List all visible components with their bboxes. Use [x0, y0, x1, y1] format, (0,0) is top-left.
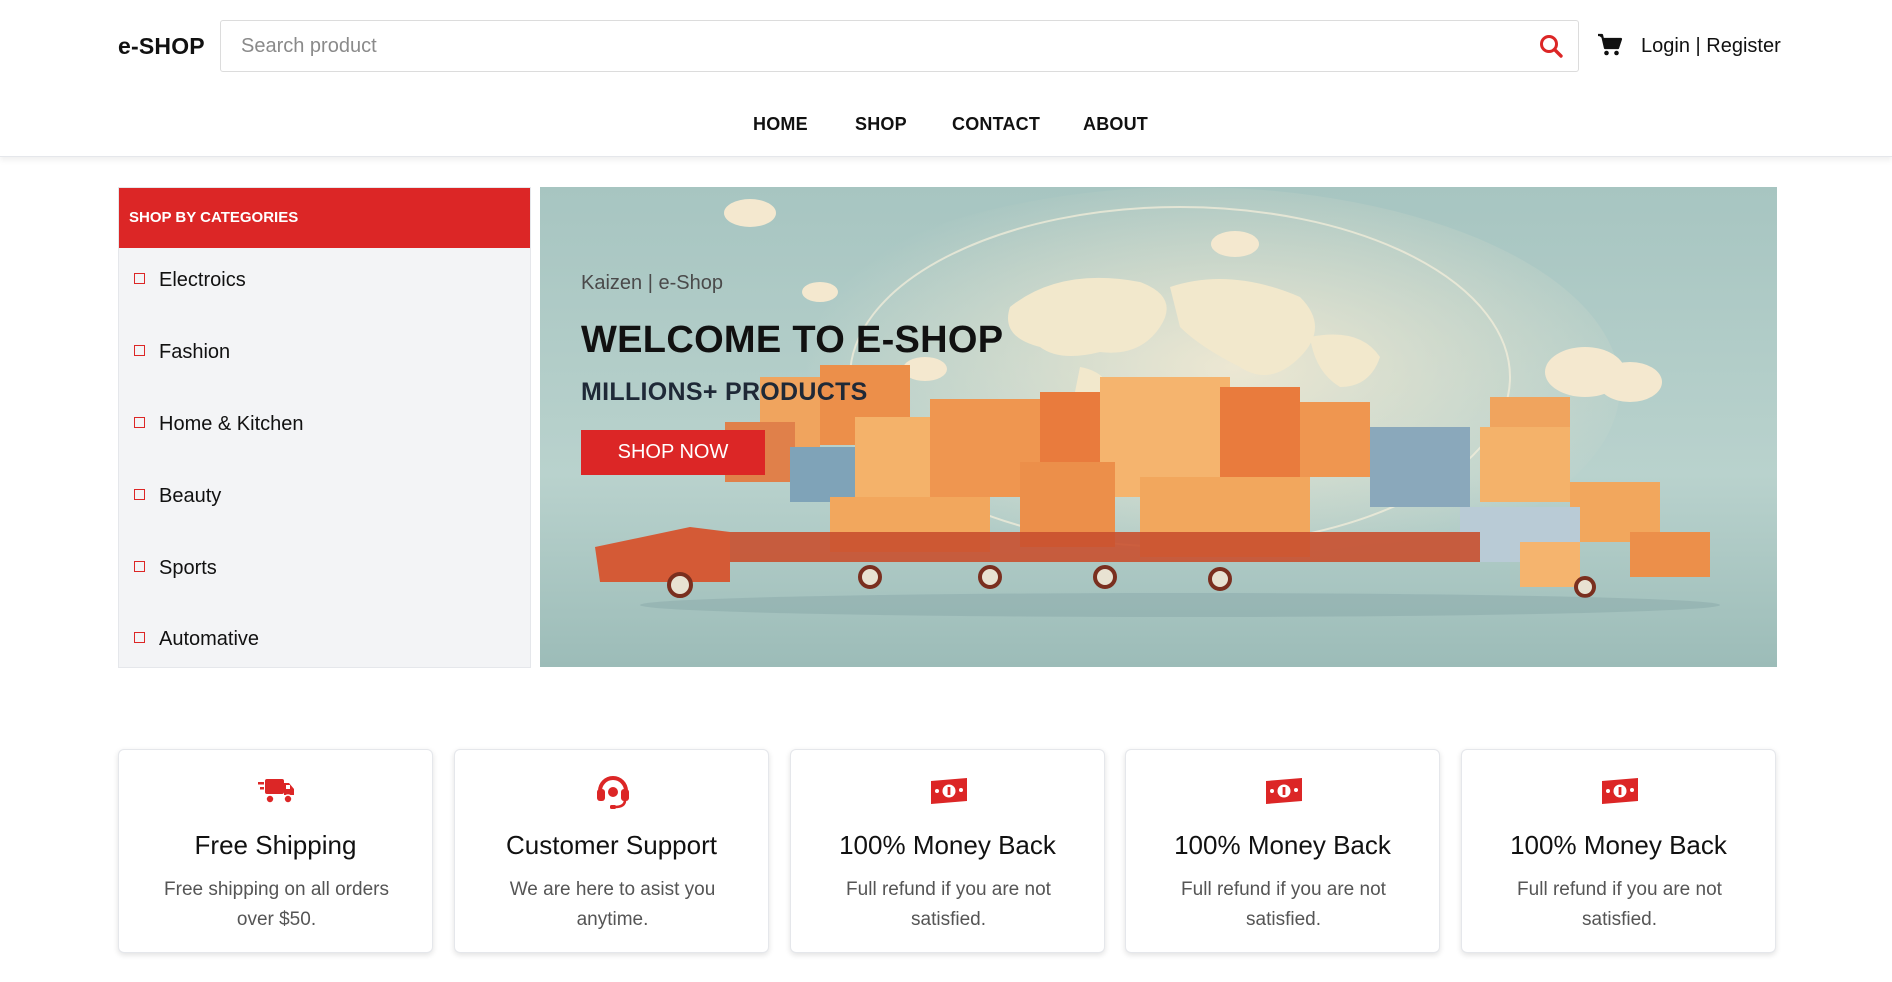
site-header: e-SHOP Login | Register HOME SHOP CONTAC…: [0, 0, 1892, 157]
category-automotive[interactable]: Automative: [134, 624, 259, 654]
feature-title: Free Shipping: [194, 830, 357, 860]
register-link[interactable]: Register: [1706, 35, 1780, 57]
category-label: Fashion: [159, 340, 231, 363]
square-bullet-icon: [134, 488, 145, 500]
shipping-truck-icon: [257, 770, 297, 810]
feature-card-money-back: 100% Money Back Full refund if you are n…: [1125, 749, 1440, 953]
square-bullet-icon: [134, 631, 145, 643]
search-icon[interactable]: [1538, 33, 1564, 59]
login-link[interactable]: Login: [1641, 35, 1690, 57]
feature-description: Full refund if you are not satisfied.: [1181, 879, 1386, 930]
hero-subtitle: Kaizen | e-Shop: [581, 272, 723, 294]
category-electronics[interactable]: Electroics: [134, 265, 246, 295]
category-label: Automative: [159, 627, 260, 650]
nav-shop[interactable]: SHOP: [855, 114, 907, 135]
auth-separator: |: [1689, 35, 1707, 57]
feature-title: 100% Money Back: [839, 830, 1056, 860]
category-label: Beauty: [159, 484, 222, 507]
search-input[interactable]: [221, 21, 1511, 71]
square-bullet-icon: [134, 560, 145, 572]
category-label: Sports: [159, 556, 217, 579]
main-nav: HOME SHOP CONTACT ABOUT: [0, 114, 1892, 140]
square-bullet-icon: [134, 272, 145, 284]
cart-icon[interactable]: [1597, 33, 1623, 57]
money-icon: [1600, 770, 1640, 810]
feature-description: We are here to asist you anytime.: [509, 879, 716, 930]
feature-card-shipping: Free Shipping Free shipping on all order…: [118, 749, 433, 953]
square-bullet-icon: [134, 344, 145, 356]
feature-card-support: Customer Support We are here to asist yo…: [454, 749, 769, 953]
feature-card-money-back: 100% Money Back Full refund if you are n…: [1461, 749, 1776, 953]
feature-description: Full refund if you are not satisfied.: [1517, 879, 1722, 930]
search-bar: [220, 20, 1579, 72]
category-fashion[interactable]: Fashion: [134, 337, 230, 367]
feature-description: Free shipping on all orders over $50.: [164, 879, 389, 930]
nav-home[interactable]: HOME: [753, 114, 808, 135]
square-bullet-icon: [134, 416, 145, 428]
hero-tagline: MILLIONS+ PRODUCTS: [581, 378, 868, 406]
feature-title: 100% Money Back: [1510, 830, 1727, 860]
category-sports[interactable]: Sports: [134, 553, 217, 583]
feature-title: Customer Support: [506, 830, 717, 860]
nav-contact[interactable]: CONTACT: [952, 114, 1040, 135]
category-label: Electroics: [159, 268, 246, 291]
category-label: Home & Kitchen: [159, 412, 304, 435]
hero-illustration: [540, 187, 1777, 667]
site-logo[interactable]: e-SHOP: [118, 33, 205, 60]
hero-title: WELCOME TO E-SHOP: [581, 319, 1004, 361]
category-sidebar: SHOP BY CATEGORIES Electroics Fashion Ho…: [118, 187, 531, 668]
category-home-kitchen[interactable]: Home & Kitchen: [134, 409, 304, 439]
feature-title: 100% Money Back: [1174, 830, 1391, 860]
money-icon: [929, 770, 969, 810]
nav-about[interactable]: ABOUT: [1083, 114, 1148, 135]
shop-now-button[interactable]: SHOP NOW: [581, 430, 765, 475]
category-heading: SHOP BY CATEGORIES: [119, 188, 530, 248]
money-icon: [1264, 770, 1304, 810]
hero-banner: Kaizen | e-Shop WELCOME TO E-SHOP MILLIO…: [540, 187, 1777, 667]
headset-icon: [593, 770, 633, 810]
feature-description: Full refund if you are not satisfied.: [846, 879, 1051, 930]
category-beauty[interactable]: Beauty: [134, 481, 221, 511]
feature-card-money-back: 100% Money Back Full refund if you are n…: [790, 749, 1105, 953]
auth-links: Login | Register: [1641, 35, 1781, 58]
